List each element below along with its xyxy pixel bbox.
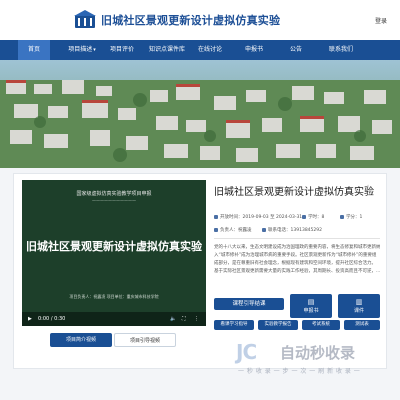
header: 旧城社区景观更新设计虚拟仿真实验 登录 bbox=[0, 0, 400, 40]
tab-intro-video[interactable]: 项目简介视频 bbox=[50, 333, 112, 347]
credit-score-text: 学分：1 bbox=[346, 215, 363, 220]
learning-guide-button[interactable]: 看课学习指导 bbox=[214, 320, 254, 330]
video-time: 0:00 / 0:30 bbox=[38, 316, 66, 322]
video-credit: 项目负责人：祝露凌 项目单位：重庆城市科技学院 bbox=[69, 294, 159, 299]
tab-guide-video[interactable]: 项目引导视频 bbox=[114, 333, 176, 347]
more-icon[interactable]: ⋮ bbox=[194, 316, 199, 322]
star-outline-icon[interactable]: ☆ bbox=[364, 184, 372, 194]
watermark-name: 自动秒收录 bbox=[280, 344, 356, 362]
courseware-button[interactable]: ▥ 课件 bbox=[338, 294, 380, 318]
application-button[interactable]: ▤ 申报书 bbox=[290, 294, 332, 318]
book-icon: ▥ bbox=[355, 298, 363, 306]
watermark-sub: 一 秒 收 录 一 步 一 次 一 刷 新 收 录 一 bbox=[238, 368, 361, 375]
nav-project-description-label: 项目描述 bbox=[68, 46, 93, 53]
project-leader-text: 负责人：祝露凌 bbox=[220, 228, 252, 233]
phone-icon bbox=[262, 227, 266, 232]
divider bbox=[214, 238, 380, 239]
test-form-button[interactable]: 测试表 bbox=[344, 320, 380, 330]
project-description: 党的十八大以来，生态文明建设成为治国理政的重要内容，将生态修复和城市更新纳 入“… bbox=[214, 244, 380, 276]
nav-application-label: 申报书 bbox=[244, 46, 263, 53]
volume-icon[interactable]: 🔈 bbox=[170, 316, 176, 322]
video-player[interactable]: 国家级虚拟仿真实验教学项目申报 ——————————— 旧城社区景观更新设计虚拟… bbox=[22, 180, 206, 326]
test-form-label: 测试表 bbox=[355, 322, 369, 327]
start-course-button[interactable]: 课程引导结课 bbox=[214, 298, 284, 310]
lab-report-button[interactable]: 实验教学报告 bbox=[258, 320, 298, 330]
login-link[interactable]: 登录 bbox=[375, 16, 387, 25]
nav-home-label: 首页 bbox=[27, 46, 40, 53]
nav-application[interactable]: 申报书 bbox=[238, 40, 270, 60]
nav-project-evaluation[interactable]: 项目评价 bbox=[106, 40, 138, 60]
chevron-down-icon: ▾ bbox=[93, 47, 96, 53]
contact-phone-text: 联系电话：13913845292 bbox=[268, 228, 322, 233]
open-time-text: 开放时间：2019-09-03 至 2024-03-31 bbox=[220, 215, 303, 220]
fullscreen-icon[interactable]: ⛶ bbox=[182, 316, 186, 322]
video-header-line: 国家级虚拟仿真实验教学项目申报 bbox=[76, 191, 152, 197]
nav-announcement[interactable]: 公告 bbox=[282, 40, 310, 60]
credit-score: 学分：1 bbox=[340, 214, 362, 220]
application-label: 申报书 bbox=[303, 308, 319, 314]
lab-report-label: 实验教学报告 bbox=[264, 322, 292, 327]
exam-system-button[interactable]: 考试系统 bbox=[302, 320, 340, 330]
page: 旧城社区景观更新设计虚拟仿真实验 登录 首页 项目描述▾ 项目评价 知识点课件库… bbox=[0, 0, 400, 400]
nav-contact[interactable]: 联系我们 bbox=[322, 40, 360, 60]
nav-discussion[interactable]: 在线讨论 bbox=[194, 40, 226, 60]
description-line: 入“城市修补”成为治理城市病的重要手段。社区景观更新作为“城市修补”的重要组 bbox=[214, 253, 377, 258]
nav-announcement-label: 公告 bbox=[289, 46, 302, 53]
nav-courseware-label: 知识点课件库 bbox=[148, 46, 185, 53]
project-leader: 负责人：祝露凌 bbox=[214, 227, 252, 233]
document-icon: ▤ bbox=[307, 298, 315, 306]
nav-contact-label: 联系我们 bbox=[328, 46, 353, 53]
project-title: 旧城社区景观更新设计虚拟仿真实验 bbox=[214, 187, 374, 198]
site-title: 旧城社区景观更新设计虚拟仿真实验 bbox=[101, 14, 281, 27]
description-line: 党的十八大以来，生态文明建设成为治国理政的重要内容，将生态修复和城市更新纳 bbox=[214, 245, 380, 250]
school-logo-icon bbox=[74, 10, 96, 28]
video-controls: ▶ 0:00 / 0:30 🔈 ⛶ ⋮ bbox=[22, 312, 206, 326]
study-hours: 学时：8 bbox=[302, 214, 324, 220]
nav-project-description[interactable]: 项目描述▾ bbox=[60, 40, 104, 60]
nav-project-evaluation-label: 项目评价 bbox=[109, 46, 134, 53]
start-course-label: 课程引导结课 bbox=[232, 301, 266, 307]
courseware-label: 课件 bbox=[353, 308, 364, 314]
video-sub-line: ——————————— bbox=[92, 198, 136, 203]
nav-home[interactable]: 首页 bbox=[18, 40, 50, 60]
watermark: JC 自动秒收录 一 秒 收 录 一 步 一 次 一 刷 新 收 录 一 bbox=[236, 340, 396, 376]
user-icon bbox=[214, 227, 218, 232]
banner-aerial-city-image bbox=[0, 60, 400, 168]
watermark-logo: JC bbox=[236, 340, 257, 364]
video-title: 旧城社区景观更新设计虚拟仿真实验 bbox=[26, 240, 202, 253]
learning-guide-label: 看课学习指导 bbox=[220, 322, 248, 327]
award-icon bbox=[340, 214, 344, 219]
banner-image bbox=[0, 60, 400, 168]
play-icon[interactable]: ▶ bbox=[28, 316, 32, 322]
open-time: 开放时间：2019-09-03 至 2024-03-31 bbox=[214, 214, 302, 220]
clock-icon bbox=[214, 214, 218, 219]
exam-system-label: 考试系统 bbox=[312, 322, 330, 327]
main-nav: 首页 项目描述▾ 项目评价 知识点课件库 在线讨论 申报书 公告 联系我们 bbox=[0, 40, 400, 60]
contact-phone: 联系电话：13913845292 bbox=[262, 227, 322, 233]
nav-courseware[interactable]: 知识点课件库 bbox=[146, 40, 188, 60]
nav-discussion-label: 在线讨论 bbox=[197, 46, 222, 53]
description-line: 基于实际社区景观更新需要大量的实践工作经验，其周期长、投资高而且不可逆，... bbox=[214, 269, 380, 274]
hourglass-icon bbox=[302, 214, 306, 219]
description-line: 成部分，是在尊重旧有社会理念，根据现有建筑和空间环境，提升社区综合活力。 bbox=[214, 261, 376, 266]
study-hours-text: 学时：8 bbox=[308, 215, 325, 220]
